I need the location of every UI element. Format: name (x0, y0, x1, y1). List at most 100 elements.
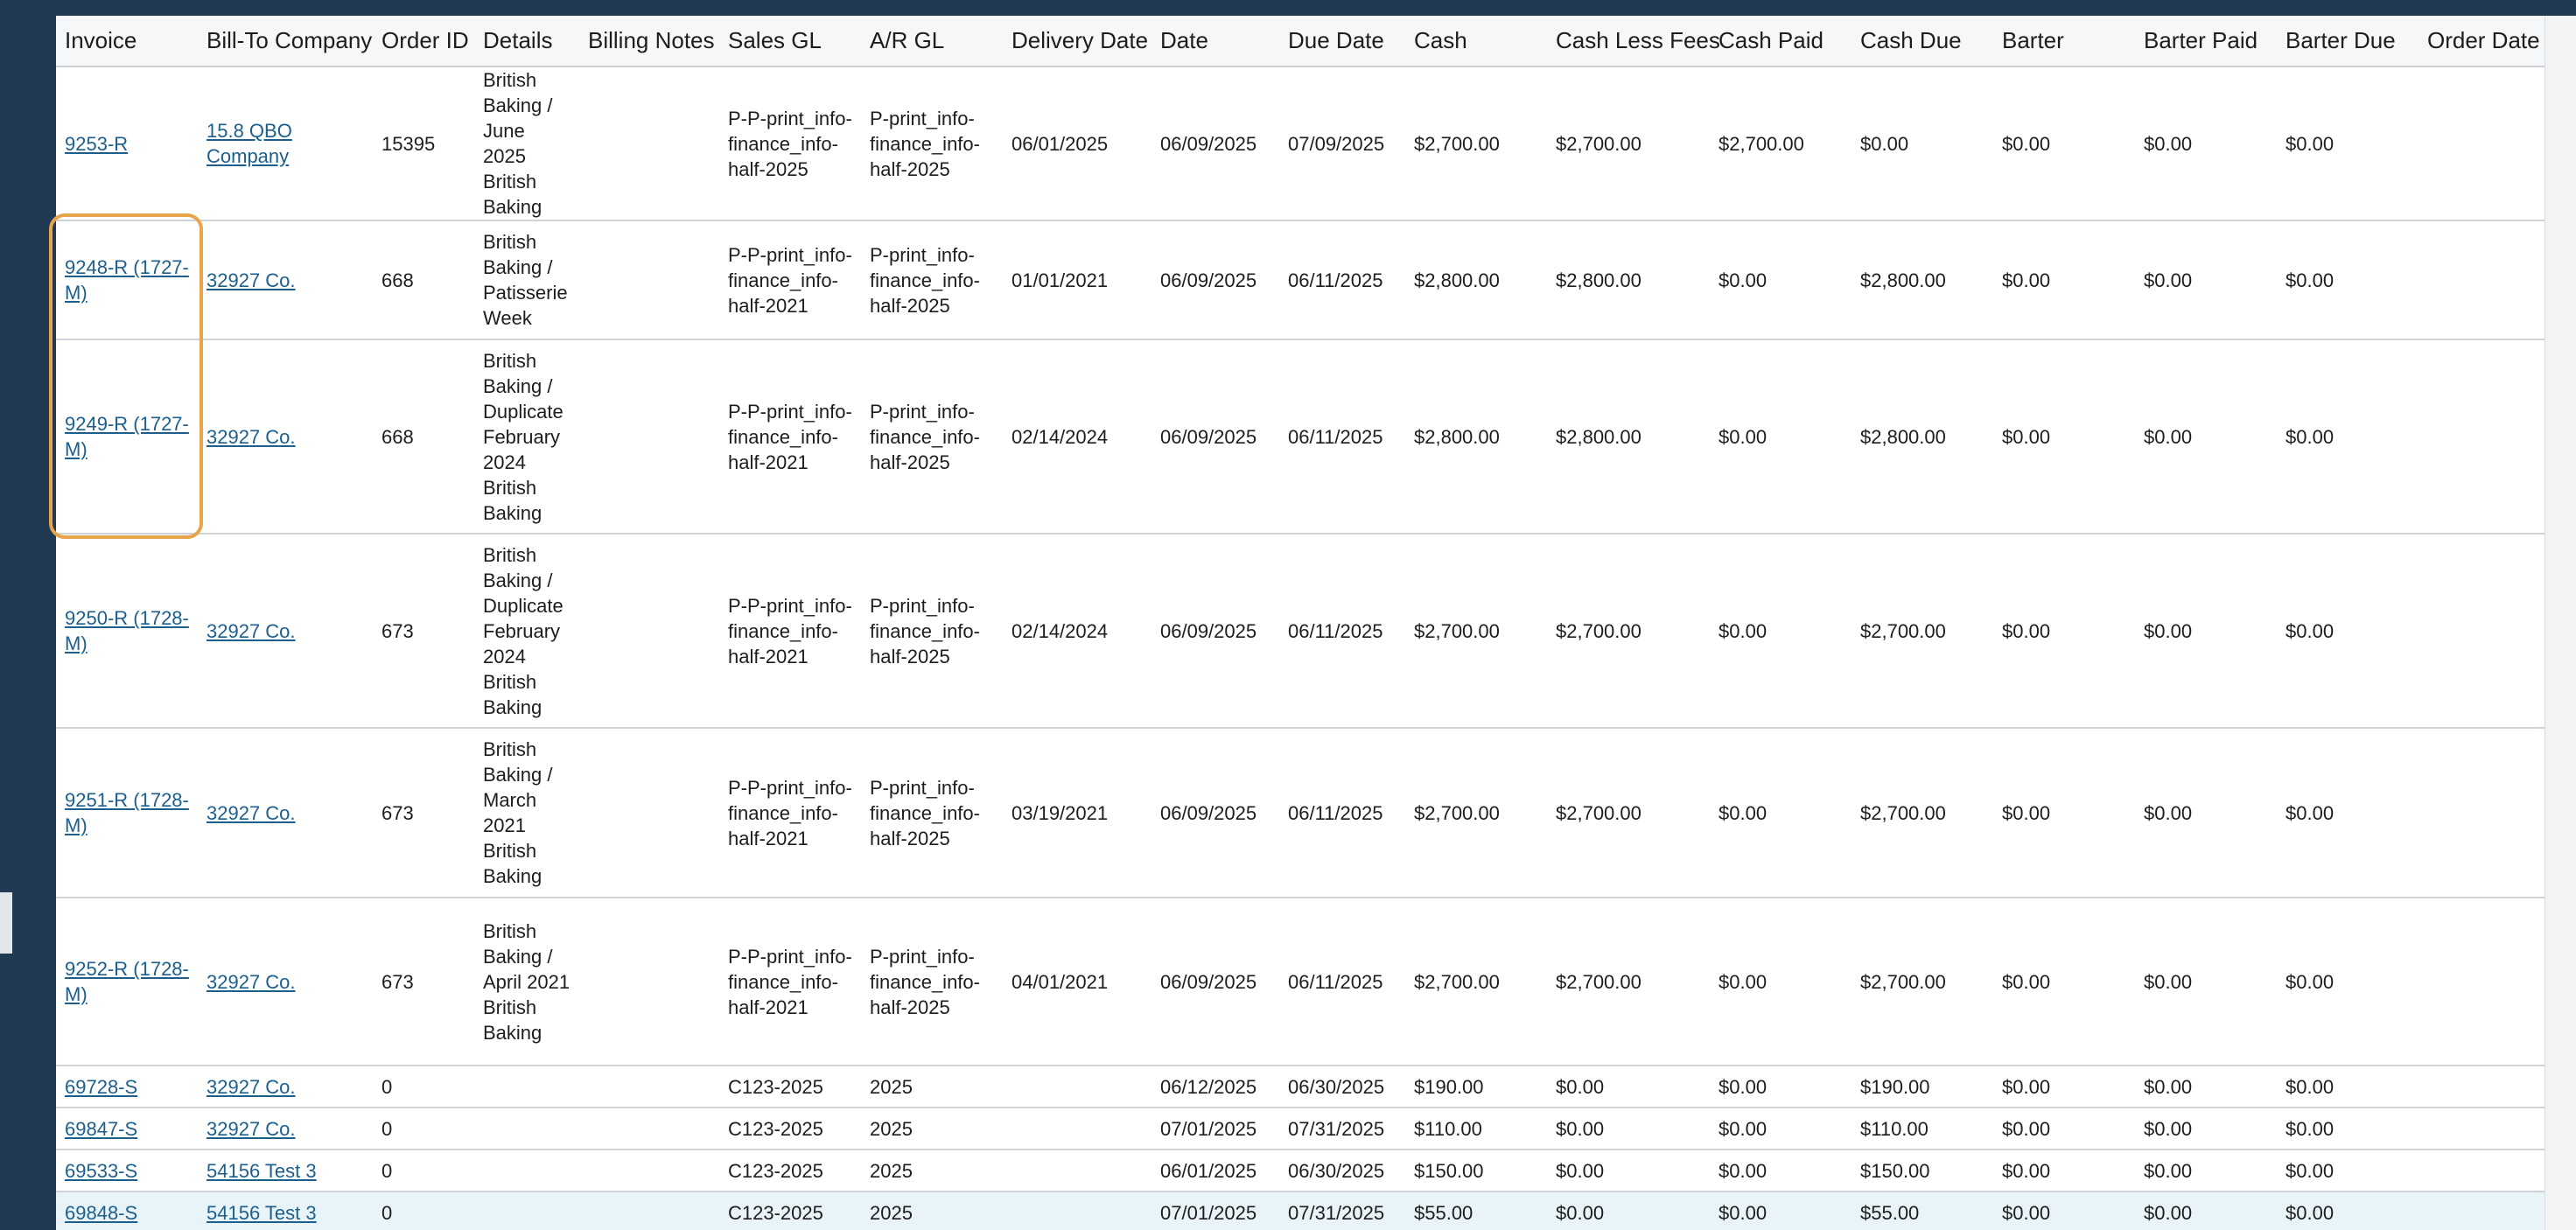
bill-to-company-link[interactable]: 32927 Co. (206, 971, 296, 993)
cell-barter-due: $0.00 (2277, 66, 2418, 221)
bill-to-company-link[interactable]: 15.8 QBO Company (206, 120, 292, 167)
cell-barter-due: $0.00 (2277, 728, 2418, 898)
cell-value: $2,700.00 (1556, 801, 1642, 824)
invoice-link[interactable]: 69533-S (65, 1160, 137, 1182)
cell-value: British Baking / April 2021 British Baki… (483, 919, 570, 1044)
cell-bill-to: 32927 Co. (198, 1066, 373, 1108)
invoice-link[interactable]: 9251-R (1728-M) (65, 789, 189, 836)
invoice-link[interactable]: 9253-R (65, 133, 128, 155)
cell-barter-due: $0.00 (2277, 1192, 2418, 1230)
bill-to-company-link[interactable]: 32927 Co. (206, 1076, 296, 1098)
column-header-ar-gl[interactable]: A/R GL (861, 16, 1003, 67)
cell-cash: $190.00 (1405, 1066, 1547, 1108)
invoice-link[interactable]: 9252-R (1728-M) (65, 958, 189, 1005)
bill-to-company-link[interactable]: 54156 Test 3 (206, 1202, 317, 1224)
cell-order-id: 668 (373, 220, 474, 340)
cell-value: P-P-print_info-finance_info-half-2021 (728, 945, 852, 1018)
cell-bill-to: 32927 Co. (198, 728, 373, 898)
cell-value: $2,700.00 (1556, 619, 1642, 642)
cell-delivery-date: 02/14/2024 (1003, 534, 1152, 729)
cell-billing-notes (579, 1108, 719, 1150)
cell-cash: $2,800.00 (1405, 220, 1547, 340)
cell-cash-less-fees: $2,700.00 (1547, 534, 1710, 729)
cell-value: 01/01/2021 (1012, 269, 1109, 291)
cell-barter: $0.00 (1993, 1192, 2135, 1230)
cell-order-id: 0 (373, 1066, 474, 1108)
cell-value: P-print_info-finance_info-half-2025 (870, 594, 980, 667)
invoice-link[interactable]: 9249-R (1727-M) (65, 413, 189, 460)
cell-value: $0.00 (1556, 1117, 1605, 1140)
column-header-bill-to[interactable]: Bill-To Company (198, 16, 373, 67)
column-header-billing-notes[interactable]: Billing Notes (579, 16, 719, 67)
cell-barter-paid: $0.00 (2135, 898, 2277, 1066)
column-header-cash-due[interactable]: Cash Due (1852, 16, 1993, 67)
cell-value: 07/01/2025 (1160, 1201, 1257, 1224)
table-row[interactable]: 69533-S 54156 Test 3 0 C123-2025 2025 06/01/2… (56, 1150, 2544, 1192)
bill-to-company-link[interactable]: 32927 Co. (206, 1118, 296, 1140)
cell-value: 2025 (870, 1117, 913, 1140)
cell-delivery-date (1003, 1150, 1152, 1192)
bill-to-company-link[interactable]: 32927 Co. (206, 269, 296, 291)
cell-cash-paid: $0.00 (1710, 534, 1852, 729)
cell-billing-notes (579, 220, 719, 340)
cell-value: 2025 (870, 1201, 913, 1224)
column-header-barter[interactable]: Barter (1993, 16, 2135, 67)
column-header-order-date[interactable]: Order Date (2418, 16, 2544, 67)
bill-to-company-link[interactable]: 54156 Test 3 (206, 1160, 317, 1182)
cell-value: $2,800.00 (1556, 269, 1642, 291)
invoice-link[interactable]: 69847-S (65, 1118, 137, 1140)
cell-value: $2,800.00 (1414, 425, 1500, 448)
column-header-delivery-date[interactable]: Delivery Date (1003, 16, 1152, 67)
column-header-cash-less-fees[interactable]: Cash Less Fees (1547, 16, 1720, 67)
invoice-link[interactable]: 69848-S (65, 1202, 137, 1224)
bill-to-company-link[interactable]: 32927 Co. (206, 620, 296, 642)
table-row[interactable]: 9250-R (1728-M) 32927 Co. 673 British Bakin… (56, 534, 2544, 729)
cell-barter-paid: $0.00 (2135, 1066, 2277, 1108)
cell-value: P-P-print_info-finance_info-half-2021 (728, 776, 852, 849)
cell-bill-to: 15.8 QBO Company (198, 66, 373, 221)
column-header-barter-due[interactable]: Barter Due (2277, 16, 2418, 67)
cell-value: $0.00 (2286, 801, 2334, 824)
table-row[interactable]: 9253-R 15.8 QBO Company 15395 British Bakin… (56, 66, 2544, 221)
bill-to-company-link[interactable]: 32927 Co. (206, 802, 296, 824)
cell-due-date: 06/11/2025 (1279, 339, 1405, 535)
invoice-link[interactable]: 9248-R (1727-M) (65, 256, 189, 304)
cell-value: $0.00 (1718, 970, 1768, 993)
table-row[interactable]: 9252-R (1728-M) 32927 Co. 673 British Bakin… (56, 898, 2544, 1066)
column-header-order-id[interactable]: Order ID (373, 16, 474, 67)
column-header-cash-paid[interactable]: Cash Paid (1710, 16, 1852, 67)
table-row[interactable]: 69728-S 32927 Co. 0 C123-2025 2025 06/12/2025… (56, 1066, 2544, 1108)
cell-order-date (2418, 339, 2544, 535)
column-header-barter-paid[interactable]: Barter Paid (2135, 16, 2277, 67)
column-header-date[interactable]: Date (1152, 16, 1279, 67)
invoice-link[interactable]: 69728-S (65, 1076, 137, 1098)
table-row[interactable]: 69847-S 32927 Co. 0 C123-2025 2025 07/01/2025… (56, 1108, 2544, 1150)
column-header-due-date[interactable]: Due Date (1279, 16, 1405, 67)
column-header-details[interactable]: Details (474, 16, 579, 67)
cell-cash-due: $0.00 (1852, 66, 1993, 221)
sidebar-panel-tab[interactable] (0, 892, 12, 954)
table-row[interactable]: 9249-R (1727-M) 32927 Co. 668 British Bakin… (56, 339, 2544, 535)
cell-ar-gl: 2025 (861, 1066, 1003, 1108)
cell-value: 02/14/2024 (1012, 425, 1109, 448)
table-row[interactable]: 69848-S 54156 Test 3 0 C123-2025 2025 07/01/2… (56, 1192, 2544, 1230)
vertical-scrollbar[interactable] (2544, 16, 2576, 1230)
cell-bill-to: 32927 Co. (198, 220, 373, 340)
cell-barter-paid: $0.00 (2135, 1108, 2277, 1150)
column-header-invoice[interactable]: Invoice (56, 16, 198, 67)
cell-cash-less-fees: $2,800.00 (1547, 220, 1710, 340)
bill-to-company-link[interactable]: 32927 Co. (206, 426, 296, 448)
cell-order-id: 0 (373, 1192, 474, 1230)
cell-delivery-date: 02/14/2024 (1003, 339, 1152, 535)
cell-cash: $2,700.00 (1405, 898, 1547, 1066)
invoice-link[interactable]: 9250-R (1728-M) (65, 607, 189, 654)
cell-value: $0.00 (2286, 425, 2334, 448)
cell-barter: $0.00 (1993, 66, 2135, 221)
column-header-cash[interactable]: Cash (1405, 16, 1547, 67)
column-header-sales-gl[interactable]: Sales GL (719, 16, 861, 67)
cell-cash-due: $2,700.00 (1852, 534, 1993, 729)
table-row[interactable]: 9248-R (1727-M) 32927 Co. 668 British Bakin… (56, 220, 2544, 340)
cell-delivery-date (1003, 1108, 1152, 1150)
cell-barter-paid: $0.00 (2135, 220, 2277, 340)
table-row[interactable]: 9251-R (1728-M) 32927 Co. 673 British Bakin… (56, 728, 2544, 898)
